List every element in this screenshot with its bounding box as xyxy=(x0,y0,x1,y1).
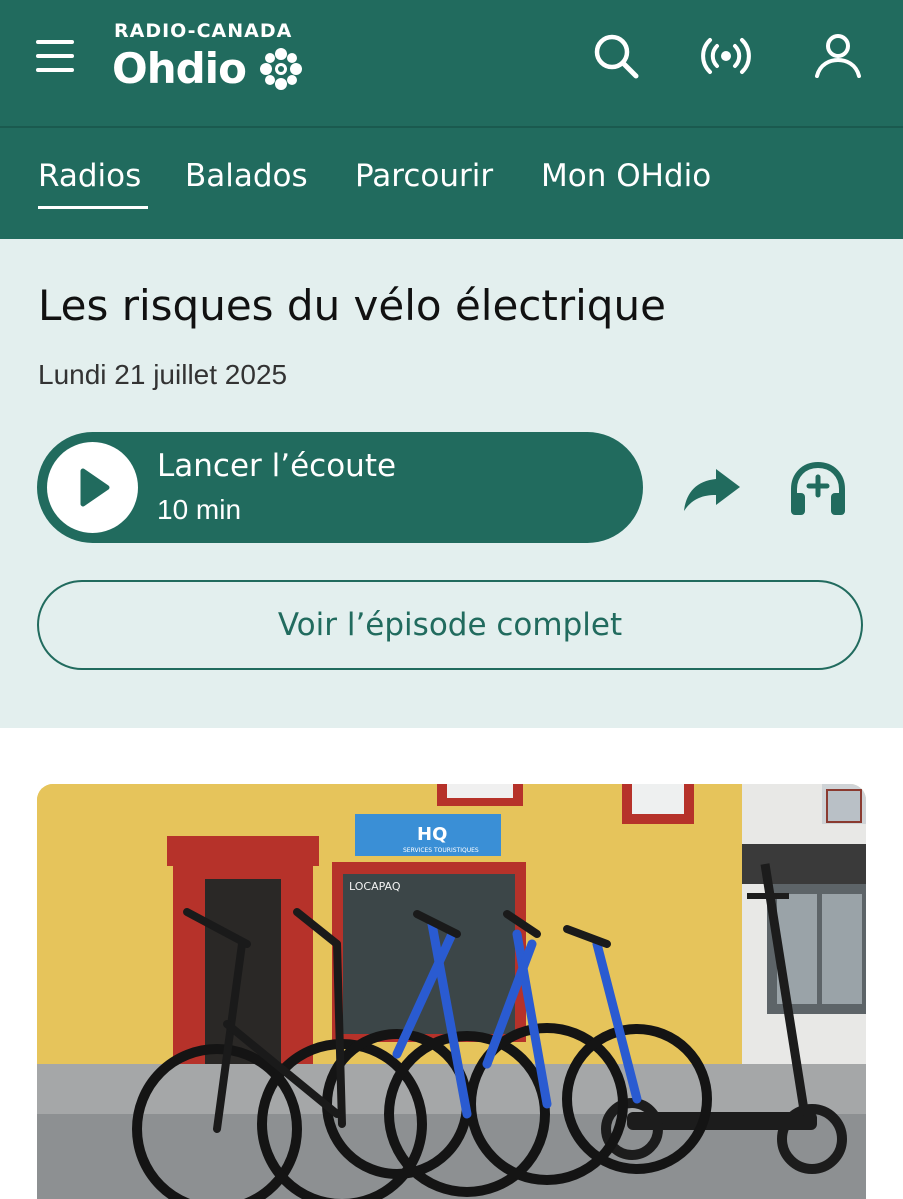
top-app-bar: RADIO-CANADA Ohdio xyxy=(0,0,903,126)
episode-image: HQ SERVICES TOURISTIQUES LOCAPAQ xyxy=(37,784,866,1199)
play-icon xyxy=(47,442,138,533)
tab-parcourir[interactable]: Parcourir xyxy=(355,158,493,194)
add-to-list-icon[interactable] xyxy=(786,457,850,521)
user-icon[interactable] xyxy=(812,30,864,82)
menu-icon[interactable] xyxy=(36,38,76,74)
logo[interactable]: RADIO-CANADA Ohdio xyxy=(112,20,312,100)
episode-duration: 10 min xyxy=(157,494,242,525)
sign-subtext: SERVICES TOURISTIQUES xyxy=(403,847,479,854)
play-label: Lancer l’écoute xyxy=(157,448,397,484)
brand-main-text: Ohdio xyxy=(112,44,247,93)
episode-title: Les risques du vélo électrique xyxy=(38,281,666,330)
active-tab-indicator xyxy=(38,206,148,209)
tab-balados[interactable]: Balados xyxy=(185,158,308,194)
shop-text: LOCAPAQ xyxy=(349,880,401,893)
share-icon[interactable] xyxy=(680,457,744,521)
nav-tabs: Radios Balados Parcourir Mon OHdio xyxy=(0,128,903,239)
play-button[interactable]: Lancer l’écoute 10 min xyxy=(37,432,643,543)
live-radio-icon[interactable] xyxy=(700,30,752,82)
cbc-gem-icon xyxy=(260,48,302,90)
sign-hq-text: HQ xyxy=(417,824,447,845)
search-icon[interactable] xyxy=(590,30,642,82)
tab-radios[interactable]: Radios xyxy=(38,158,141,194)
episode-header: Les risques du vélo électrique Lundi 21 … xyxy=(0,239,903,728)
brand-top-text: RADIO-CANADA xyxy=(114,20,293,42)
full-episode-button[interactable]: Voir l’épisode complet xyxy=(37,580,863,670)
tab-mon-ohdio[interactable]: Mon OHdio xyxy=(541,158,711,194)
episode-date: Lundi 21 juillet 2025 xyxy=(38,359,288,390)
